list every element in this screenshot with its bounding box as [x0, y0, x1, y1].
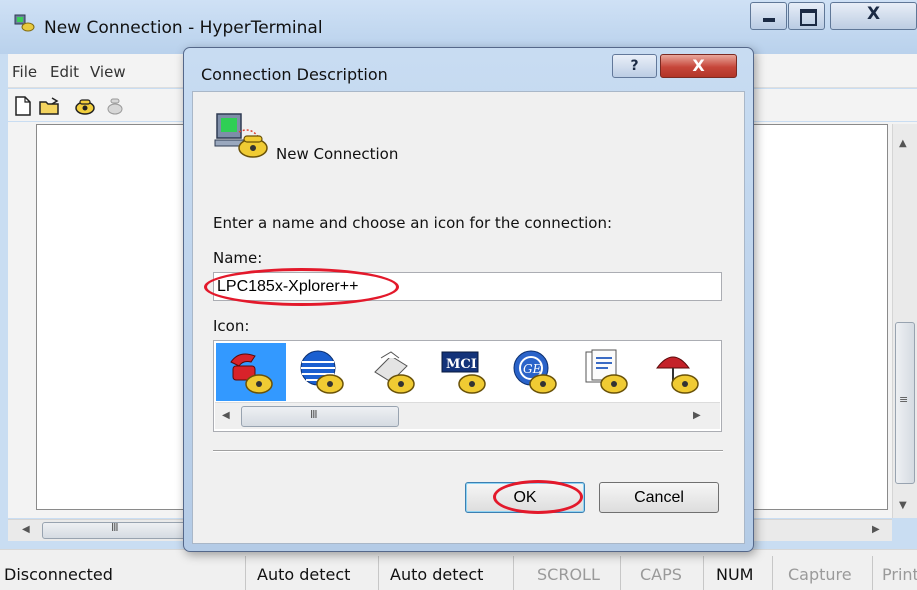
status-bar: Disconnected Auto detect Auto detect SCR…: [0, 549, 917, 590]
status-scroll: SCROLL: [537, 565, 600, 584]
status-print-echo: Print echo: [882, 565, 917, 584]
help-icon: ?: [630, 58, 639, 74]
status-detect-1: Auto detect: [257, 565, 351, 584]
status-separator: [703, 556, 704, 590]
svg-text:GE: GE: [523, 362, 542, 376]
scroll-left-icon[interactable]: ◀: [222, 410, 230, 421]
dialog-body: New Connection Enter a name and choose a…: [192, 91, 745, 544]
document-phone-icon: [585, 349, 628, 394]
open-folder-icon[interactable]: [38, 95, 60, 117]
grip-icon: Ⅲ: [310, 408, 318, 421]
status-separator: [378, 556, 379, 590]
status-separator: [513, 556, 514, 590]
status-connection: Disconnected: [4, 565, 113, 584]
name-label: Name:: [213, 249, 263, 267]
dialog-title: Connection Description: [201, 65, 388, 84]
window-close-button[interactable]: X: [830, 2, 917, 30]
status-separator: [872, 556, 873, 590]
terminal-vertical-scrollbar[interactable]: ▲ ≡ ▼: [892, 124, 917, 518]
instruction-text: Enter a name and choose an icon for the …: [213, 214, 613, 232]
grip-icon: Ⅲ: [111, 521, 119, 534]
phone-icon[interactable]: [74, 95, 96, 117]
menu-file[interactable]: File: [12, 63, 37, 81]
new-document-icon[interactable]: [12, 95, 34, 117]
scroll-down-icon[interactable]: ▼: [899, 500, 907, 511]
status-capture: Capture: [788, 565, 852, 584]
close-icon: X: [866, 4, 881, 24]
status-caps: CAPS: [640, 565, 682, 584]
scroll-thumb[interactable]: Ⅲ: [42, 521, 202, 539]
fax-phone-icon: [374, 351, 415, 394]
icon-option-mci[interactable]: MCI: [429, 343, 499, 401]
status-detect-2: Auto detect: [390, 565, 484, 584]
dialog-divider: [213, 450, 723, 452]
mci-phone-icon: MCI: [441, 351, 486, 394]
icon-option-umbrella[interactable]: [642, 343, 712, 401]
umbrella-phone-icon: [656, 356, 699, 394]
main-title-bar[interactable]: New Connection - HyperTerminal X: [0, 0, 917, 54]
connection-name-input[interactable]: [213, 272, 722, 301]
ok-button[interactable]: OK: [465, 482, 585, 513]
icon-label: Icon:: [213, 317, 250, 335]
connection-description-dialog: Connection Description ? X New Connectio…: [183, 47, 754, 552]
icon-option-ge[interactable]: GE: [500, 343, 570, 401]
new-connection-icon: [214, 113, 268, 158]
connection-name-label: New Connection: [276, 145, 399, 163]
status-separator: [772, 556, 773, 590]
menu-view[interactable]: View: [90, 63, 126, 81]
scroll-up-icon[interactable]: ▲: [899, 138, 907, 149]
icon-option-document[interactable]: [571, 343, 641, 401]
icon-list[interactable]: MCI GE ◀ Ⅲ ▶: [213, 340, 722, 432]
cancel-button[interactable]: Cancel: [599, 482, 719, 513]
grip-icon: ≡: [899, 393, 909, 406]
help-button[interactable]: ?: [612, 54, 657, 78]
maximize-button[interactable]: [788, 2, 825, 30]
icon-option-fax[interactable]: [358, 343, 428, 401]
status-separator: [620, 556, 621, 590]
scroll-thumb[interactable]: Ⅲ: [241, 406, 399, 427]
icon-list-scrollbar[interactable]: ◀ Ⅲ ▶: [215, 402, 720, 429]
svg-text:MCI: MCI: [446, 357, 477, 372]
icon-option-globe[interactable]: [287, 343, 357, 401]
dialog-close-button[interactable]: X: [660, 54, 737, 78]
ge-phone-icon: GE: [513, 350, 557, 394]
status-num: NUM: [716, 565, 754, 584]
status-separator: [245, 556, 246, 590]
scroll-right-icon[interactable]: ▶: [693, 410, 701, 421]
menu-edit[interactable]: Edit: [50, 63, 79, 81]
scroll-right-icon[interactable]: ▶: [872, 524, 880, 535]
scroll-left-icon[interactable]: ◀: [22, 524, 30, 535]
red-phone-icon: [230, 353, 273, 394]
globe-phone-icon: [300, 350, 344, 394]
window-title: New Connection - HyperTerminal: [44, 18, 323, 38]
disconnect-icon[interactable]: [104, 95, 126, 117]
minimize-button[interactable]: [750, 2, 787, 30]
icon-option-red-phone[interactable]: [216, 343, 286, 401]
scroll-thumb[interactable]: ≡: [895, 322, 915, 484]
hyperterminal-app-icon: [14, 14, 35, 32]
close-icon: X: [692, 56, 705, 75]
